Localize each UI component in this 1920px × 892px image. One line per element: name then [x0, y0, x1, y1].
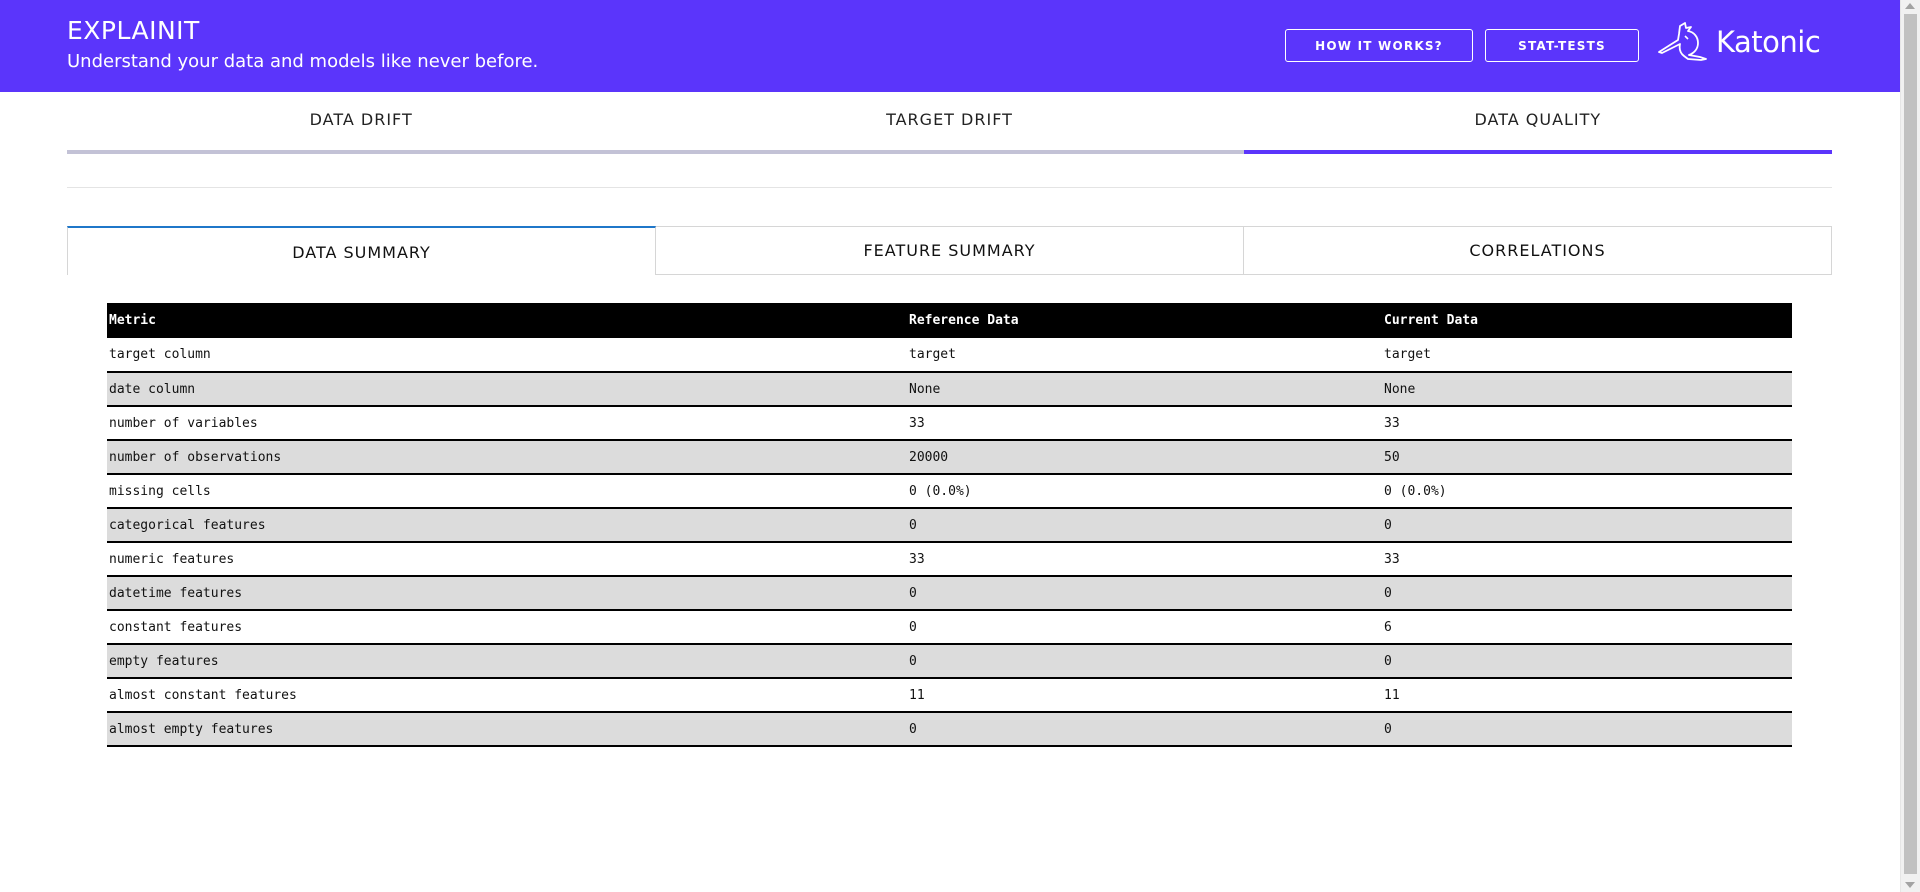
current-cell: 33	[1382, 542, 1792, 577]
stat-tests-button[interactable]: STAT-TESTS	[1485, 29, 1639, 62]
current-cell: 0	[1382, 712, 1792, 747]
metric-cell: almost constant features	[107, 678, 907, 713]
tab-data-quality[interactable]: DATA QUALITY	[1243, 92, 1832, 154]
current-cell: 6	[1382, 610, 1792, 645]
kangaroo-icon	[1658, 22, 1707, 61]
reference-cell: 20000	[907, 440, 1382, 475]
app-header: EXPLAINIT Understand your data and model…	[0, 0, 1900, 92]
subtab-correlations[interactable]: CORRELATIONS	[1244, 226, 1832, 275]
current-cell: 50	[1382, 440, 1792, 475]
current-cell: target	[1382, 338, 1792, 373]
table-row: categorical features 0 0	[107, 508, 1792, 543]
table-row: missing cells 0 (0.0%) 0 (0.0%)	[107, 474, 1792, 509]
reference-cell: target	[907, 338, 1382, 373]
app-subtitle: Understand your data and models like nev…	[67, 51, 539, 72]
reference-cell: 0 (0.0%)	[907, 474, 1382, 509]
table-row: almost constant features 11 11	[107, 678, 1792, 713]
metric-cell: categorical features	[107, 508, 907, 543]
scroll-down-arrow-icon[interactable]	[1905, 882, 1915, 888]
metric-cell: constant features	[107, 610, 907, 645]
current-cell: 0	[1382, 576, 1792, 611]
scrollbar-thumb[interactable]	[1904, 14, 1917, 874]
current-cell: 0	[1382, 644, 1792, 679]
reference-cell: None	[907, 372, 1382, 407]
table-row: number of observations 20000 50	[107, 440, 1792, 475]
metric-cell: date column	[107, 372, 907, 407]
table-header-row: Metric Reference Data Current Data	[107, 303, 1792, 338]
table-row: number of variables 33 33	[107, 406, 1792, 441]
table-row: target column target target	[107, 338, 1792, 373]
table-row: date column None None	[107, 372, 1792, 407]
reference-cell: 0	[907, 508, 1382, 543]
reference-cell: 33	[907, 406, 1382, 441]
current-cell: 33	[1382, 406, 1792, 441]
table-row: almost empty features 0 0	[107, 712, 1792, 747]
column-header-metric: Metric	[107, 303, 907, 338]
metric-cell: datetime features	[107, 576, 907, 611]
app-title: EXPLAINIT	[67, 16, 200, 45]
vertical-scrollbar[interactable]	[1900, 0, 1920, 892]
scroll-up-arrow-icon[interactable]	[1905, 3, 1915, 9]
current-cell: 0	[1382, 508, 1792, 543]
reference-cell: 0	[907, 610, 1382, 645]
metric-cell: almost empty features	[107, 712, 907, 747]
main-tabs: DATA DRIFT TARGET DRIFT DATA QUALITY	[67, 92, 1832, 154]
katonic-logo[interactable]: Katonic	[1658, 22, 1821, 62]
metric-cell: empty features	[107, 644, 907, 679]
data-summary-table: Metric Reference Data Current Data targe…	[107, 303, 1792, 747]
subtab-feature-summary[interactable]: FEATURE SUMMARY	[656, 226, 1244, 275]
metric-cell: number of variables	[107, 406, 907, 441]
table-row: constant features 0 6	[107, 610, 1792, 645]
logo-text: Katonic	[1716, 25, 1821, 59]
current-cell: 11	[1382, 678, 1792, 713]
tab-target-drift[interactable]: TARGET DRIFT	[655, 92, 1244, 154]
metric-cell: numeric features	[107, 542, 907, 577]
current-cell: None	[1382, 372, 1792, 407]
reference-cell: 0	[907, 644, 1382, 679]
reference-cell: 0	[907, 712, 1382, 747]
sub-tabs: DATA SUMMARY FEATURE SUMMARY CORRELATION…	[67, 226, 1832, 275]
reference-cell: 33	[907, 542, 1382, 577]
metric-cell: missing cells	[107, 474, 907, 509]
metric-cell: number of observations	[107, 440, 907, 475]
metric-cell: target column	[107, 338, 907, 373]
table-row: numeric features 33 33	[107, 542, 1792, 577]
subtab-data-summary[interactable]: DATA SUMMARY	[67, 226, 656, 275]
current-cell: 0 (0.0%)	[1382, 474, 1792, 509]
reference-cell: 11	[907, 678, 1382, 713]
column-header-reference: Reference Data	[907, 303, 1382, 338]
column-header-current: Current Data	[1382, 303, 1792, 338]
table-row: datetime features 0 0	[107, 576, 1792, 611]
table-row: empty features 0 0	[107, 644, 1792, 679]
reference-cell: 0	[907, 576, 1382, 611]
section-divider	[67, 187, 1832, 188]
how-it-works-button[interactable]: HOW IT WORKS?	[1285, 29, 1473, 62]
tab-data-drift[interactable]: DATA DRIFT	[67, 92, 656, 154]
